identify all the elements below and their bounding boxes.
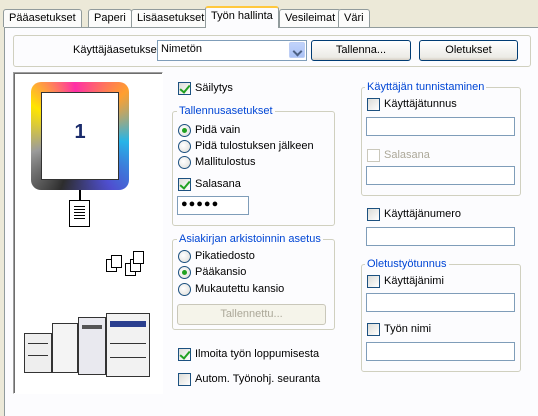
print-preview-frame: 1 bbox=[31, 82, 129, 190]
tab-watermarks[interactable]: Vesileimat bbox=[279, 9, 342, 27]
chevron-down-icon[interactable] bbox=[289, 42, 305, 58]
tab-strip: Pääasetukset Paperi Lisäasetukset Työn h… bbox=[0, 0, 538, 28]
auto-tracking-checkbox[interactable] bbox=[178, 373, 191, 386]
user-settings-select[interactable]: Nimetön bbox=[157, 40, 307, 61]
hold-only-label: Pidä vain bbox=[195, 124, 241, 136]
main-folder-label: Pääkansio bbox=[195, 266, 247, 278]
tab-job-handling[interactable]: Työn hallinta bbox=[205, 6, 279, 28]
radio-quick-file[interactable] bbox=[178, 250, 191, 263]
radio-hold-only[interactable] bbox=[178, 124, 191, 137]
retention-checkbox[interactable] bbox=[178, 82, 191, 95]
copies-icon bbox=[106, 251, 148, 281]
document-icon bbox=[69, 200, 90, 227]
tab-label: Työn hallinta bbox=[211, 10, 273, 22]
job-name-checkbox[interactable] bbox=[367, 323, 380, 336]
sample-print-label: Mallitulostus bbox=[195, 156, 256, 168]
tab-label: Vesileimat bbox=[285, 12, 336, 24]
defaults-button[interactable]: Oletukset bbox=[419, 40, 518, 61]
tab-label: Paperi bbox=[94, 12, 126, 24]
user-name-checkbox[interactable] bbox=[367, 275, 380, 288]
tab-paper[interactable]: Paperi bbox=[88, 9, 132, 27]
quick-file-label: Pikatiedosto bbox=[195, 250, 255, 262]
job-name-label: Työn nimi bbox=[384, 323, 432, 335]
user-number-input[interactable] bbox=[366, 227, 515, 246]
user-id-input[interactable] bbox=[366, 117, 515, 136]
preview-page: 1 bbox=[41, 92, 119, 180]
printer-machine-icon bbox=[20, 313, 158, 385]
preview-pane: 1 bbox=[13, 72, 163, 394]
tab-label: Lisäasetukset bbox=[137, 12, 205, 24]
notify-end-checkbox[interactable] bbox=[178, 348, 191, 361]
saved-button[interactable]: Tallennettu... bbox=[177, 304, 326, 325]
password-input[interactable]: ●●●●● bbox=[177, 196, 249, 215]
radio-main-folder[interactable] bbox=[178, 266, 191, 279]
radio-hold-after-print[interactable] bbox=[178, 140, 191, 153]
job-name-input[interactable] bbox=[366, 342, 515, 361]
tab-label: Pääasetukset bbox=[9, 12, 76, 24]
password-checkbox[interactable] bbox=[178, 178, 191, 191]
preview-page-number: 1 bbox=[74, 121, 86, 143]
tab-color[interactable]: Väri bbox=[338, 9, 370, 27]
auto-tracking-label: Autom. Työnohj. seuranta bbox=[195, 373, 321, 385]
auth-password-input[interactable] bbox=[366, 166, 515, 185]
auth-password-checkbox[interactable] bbox=[367, 149, 380, 162]
tab-advanced[interactable]: Lisäasetukset bbox=[131, 9, 211, 27]
archive-settings-legend: Asiakirjan arkistoinnin asetus bbox=[177, 233, 323, 245]
user-id-checkbox[interactable] bbox=[367, 98, 380, 111]
password-value: ●●●●● bbox=[181, 198, 220, 210]
user-settings-label: Käyttäjäasetukset: bbox=[73, 44, 163, 56]
auth-password-label: Salasana bbox=[384, 149, 430, 161]
save-settings-button[interactable]: Tallenna... bbox=[311, 40, 411, 61]
storage-settings-legend: Tallennusasetukset bbox=[177, 105, 275, 117]
tab-main-settings[interactable]: Pääasetukset bbox=[3, 9, 82, 27]
user-number-label: Käyttäjänumero bbox=[384, 208, 462, 220]
radio-sample-print[interactable] bbox=[178, 156, 191, 169]
user-number-checkbox[interactable] bbox=[367, 208, 380, 221]
user-id-label: Käyttäjätunnus bbox=[384, 98, 457, 110]
hold-after-print-label: Pidä tulostuksen jälkeen bbox=[195, 140, 314, 152]
notify-end-label: Ilmoita työn loppumisesta bbox=[195, 348, 320, 360]
tab-label: Väri bbox=[344, 12, 364, 24]
default-job-id-legend: Oletustyötunnus bbox=[365, 258, 449, 270]
user-name-input[interactable] bbox=[366, 293, 515, 312]
user-settings-value: Nimetön bbox=[161, 43, 202, 55]
custom-folder-label: Mukautettu kansio bbox=[195, 283, 285, 295]
radio-custom-folder[interactable] bbox=[178, 283, 191, 296]
user-auth-legend: Käyttäjän tunnistaminen bbox=[365, 81, 487, 93]
retention-label: Säilytys bbox=[195, 82, 233, 94]
user-name-label: Käyttäjänimi bbox=[384, 275, 444, 287]
password-label: Salasana bbox=[195, 178, 241, 190]
